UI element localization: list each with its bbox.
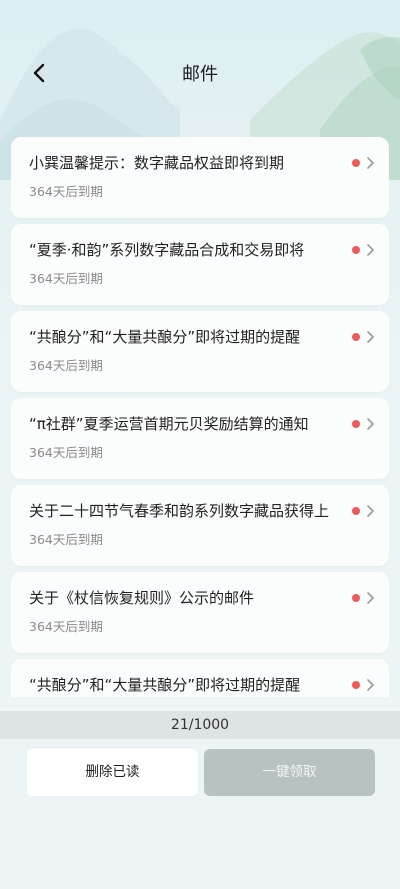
mail-list[interactable]: 小巽温馨提示：数字藏品权益即将到期 364天后到期 “夏季·和韵”系列数字藏品合… [11, 137, 389, 697]
mail-item[interactable]: 关于二十四节气春季和韵系列数字藏品获得上 364天后到期 [11, 485, 389, 566]
mail-item[interactable]: “共酿分”和“大量共酿分”即将过期的提醒 [11, 659, 389, 697]
chevron-right-icon [367, 505, 374, 517]
chevron-right-icon [367, 244, 374, 256]
unread-dot [352, 507, 360, 515]
mail-item[interactable]: “π社群”夏季运营首期元贝奖励结算的通知 364天后到期 [11, 398, 389, 479]
mail-title: “π社群”夏季运营首期元贝奖励结算的通知 [29, 415, 309, 433]
mail-title: “共酿分”和“大量共酿分”即将过期的提醒 [29, 676, 301, 694]
unread-dot [352, 681, 360, 689]
mail-expiry: 364天后到期 [29, 184, 103, 199]
chevron-right-icon [367, 679, 374, 691]
mail-title: 小巽温馨提示：数字藏品权益即将到期 [29, 154, 285, 172]
page-title: 邮件 [182, 64, 218, 85]
claim-all-button[interactable]: 一键领取 [204, 749, 375, 796]
mail-title: 关于二十四节气春季和韵系列数字藏品获得上 [29, 502, 330, 520]
mail-title: 关于《杖信恢复规则》公示的邮件 [29, 589, 255, 607]
mail-title: “夏季·和韵”系列数字藏品合成和交易即将 [29, 241, 305, 259]
mail-expiry: 364天后到期 [29, 271, 103, 286]
mail-count: 21/1000 [0, 711, 400, 739]
unread-dot [352, 333, 360, 341]
mail-expiry: 364天后到期 [29, 619, 103, 634]
chevron-right-icon [367, 157, 374, 169]
mail-expiry: 364天后到期 [29, 532, 103, 547]
chevron-right-icon [367, 418, 374, 430]
mail-item[interactable]: “共酿分”和“大量共酿分”即将过期的提醒 364天后到期 [11, 311, 389, 392]
mail-expiry: 364天后到期 [29, 445, 103, 460]
header-bar: 邮件 [0, 48, 400, 98]
unread-dot [352, 420, 360, 428]
unread-dot [352, 246, 360, 254]
mail-expiry: 364天后到期 [29, 358, 103, 373]
mail-title: “共酿分”和“大量共酿分”即将过期的提醒 [29, 328, 301, 346]
chevron-right-icon [367, 331, 374, 343]
chevron-right-icon [367, 592, 374, 604]
mail-item[interactable]: “夏季·和韵”系列数字藏品合成和交易即将 364天后到期 [11, 224, 389, 305]
delete-read-button[interactable]: 删除已读 [27, 749, 198, 796]
mail-item[interactable]: 小巽温馨提示：数字藏品权益即将到期 364天后到期 [11, 137, 389, 218]
unread-dot [352, 594, 360, 602]
unread-dot [352, 159, 360, 167]
mail-item[interactable]: 关于《杖信恢复规则》公示的邮件 364天后到期 [11, 572, 389, 653]
